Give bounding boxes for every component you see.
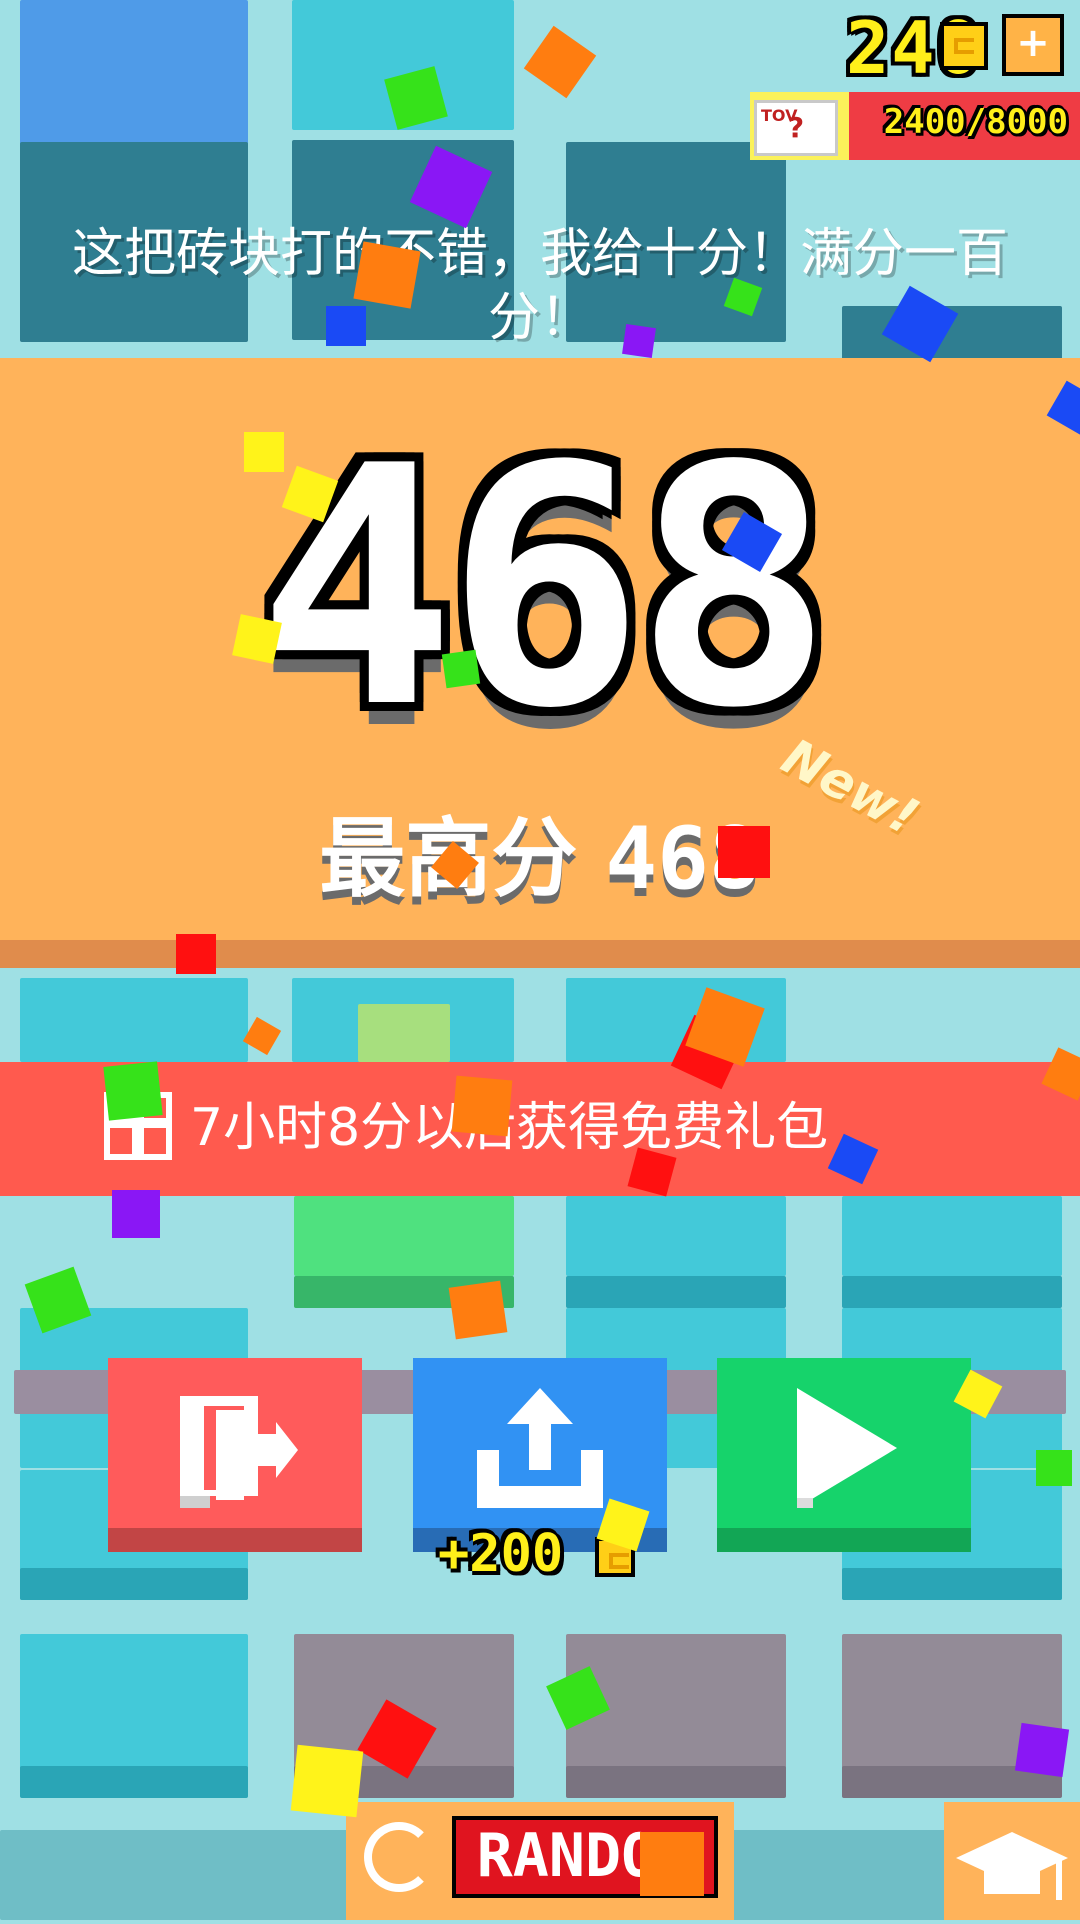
coin-icon [940, 22, 988, 70]
bg-block [20, 978, 248, 1062]
confetti-piece [353, 241, 421, 309]
confetti-piece [1014, 1722, 1070, 1778]
confetti-piece [290, 1744, 364, 1818]
bg-block [20, 1568, 248, 1600]
free-gift-banner[interactable]: 7小时8分以后获得免费礼包 [0, 1062, 1080, 1196]
confetti-piece [326, 306, 366, 346]
share-upload-icon [477, 1388, 603, 1508]
bg-coin-block [358, 1004, 450, 1062]
refresh-icon [364, 1822, 434, 1892]
buy-coins-button[interactable]: + [1002, 14, 1064, 76]
confetti-piece [622, 324, 656, 358]
confetti-piece [244, 432, 284, 472]
confetti-piece [1036, 1450, 1072, 1486]
play-again-button[interactable] [717, 1358, 971, 1552]
bg-block [842, 1276, 1062, 1308]
confetti-piece [242, 1016, 282, 1056]
graduation-cap-icon [956, 1832, 1068, 1900]
confetti-piece [112, 1190, 160, 1238]
bg-block [566, 1196, 786, 1276]
bg-block [842, 1196, 1062, 1276]
score-panel: 468 最高分468 New! [0, 358, 1080, 940]
final-score: 468 [256, 396, 833, 780]
bg-block [20, 1766, 248, 1798]
score-panel-edge [0, 940, 1080, 968]
exit-door-icon [180, 1396, 298, 1508]
confetti-piece [441, 649, 481, 689]
tutorial-button[interactable] [944, 1802, 1080, 1920]
exit-button[interactable] [108, 1358, 362, 1552]
confetti-piece [448, 1280, 508, 1340]
confetti-piece [176, 934, 216, 974]
share-reward-amount: +200 [438, 1524, 564, 1584]
confetti-piece [718, 826, 770, 878]
confetti-piece [232, 614, 282, 664]
confetti-piece [103, 1061, 163, 1121]
bg-block [566, 1276, 786, 1308]
confetti-piece [451, 1075, 513, 1137]
bg-block [20, 1634, 248, 1774]
mystery-prize-icon[interactable]: TOV ? [754, 100, 838, 156]
play-icon [797, 1388, 897, 1508]
confetti-piece [640, 1832, 704, 1896]
bg-block [566, 1766, 786, 1798]
bg-block [294, 1196, 514, 1276]
confetti-piece [523, 25, 597, 99]
prize-progress-text: 2400/8000 [883, 102, 1068, 142]
mystery-prize-tag: TOV [761, 106, 798, 125]
bg-block [842, 1568, 1062, 1600]
bg-block [20, 0, 248, 150]
